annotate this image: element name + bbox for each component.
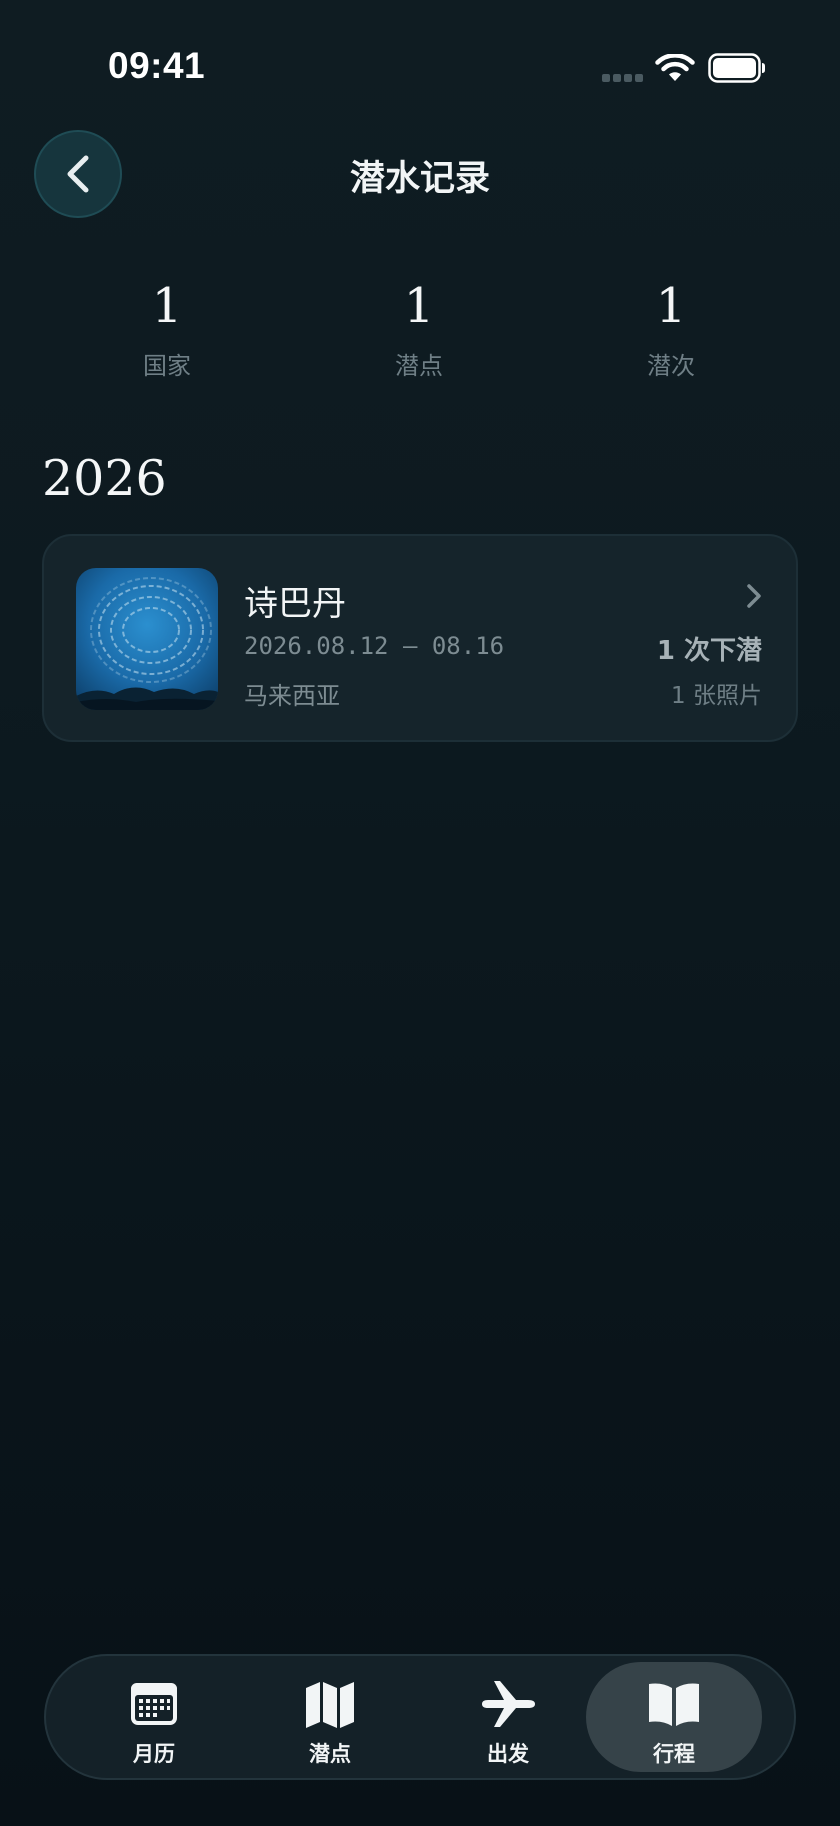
year-heading: 2026 xyxy=(42,450,167,507)
stat-label: 国家 xyxy=(143,352,191,380)
status-bar: 09:41 xyxy=(0,0,840,140)
trip-dive-count: 1 次下潜 xyxy=(656,636,762,666)
tab-dive-sites[interactable]: 潜点 xyxy=(242,1656,418,1778)
trip-thumbnail xyxy=(76,568,218,710)
tab-label: 月历 xyxy=(133,1742,175,1766)
chevron-right-icon xyxy=(747,584,761,608)
cellular-signal-icon xyxy=(602,74,643,82)
airplane-icon xyxy=(482,1681,535,1727)
stats-summary: 1 国家 1 潜点 1 潜次 xyxy=(0,280,840,400)
trip-country: 马来西亚 xyxy=(244,682,340,710)
battery-icon xyxy=(708,53,765,83)
tab-bar: 月历 潜点 出发 行程 xyxy=(44,1654,796,1780)
stat-dive-sites: 1 潜点 xyxy=(319,280,519,381)
page-title: 潜水记录 xyxy=(349,159,490,199)
stat-value: 1 xyxy=(403,278,435,334)
map-icon xyxy=(306,1682,354,1728)
stat-value: 1 xyxy=(151,278,183,334)
wifi-icon xyxy=(655,54,695,81)
stat-value: 1 xyxy=(655,278,687,334)
tab-trips[interactable]: 行程 xyxy=(586,1662,762,1772)
trip-name: 诗巴丹 xyxy=(244,584,346,624)
stat-label: 潜次 xyxy=(647,352,695,380)
tab-label: 行程 xyxy=(653,1742,695,1766)
stat-countries: 1 国家 xyxy=(67,280,267,381)
tab-depart[interactable]: 出发 xyxy=(420,1656,596,1778)
stat-label: 潜点 xyxy=(395,352,443,380)
fish-school-photo xyxy=(76,568,218,710)
trip-dates: 2026.08.12 — 08.16 xyxy=(244,632,505,660)
stat-dives: 1 潜次 xyxy=(571,280,771,381)
trip-card[interactable]: 诗巴丹 2026.08.12 — 08.16 马来西亚 1 次下潜 1 张照片 xyxy=(42,534,798,742)
calendar-icon xyxy=(131,1683,177,1725)
book-icon xyxy=(649,1683,699,1726)
tab-label: 出发 xyxy=(487,1742,529,1766)
status-time: 09:41 xyxy=(108,45,206,86)
tab-label: 潜点 xyxy=(309,1742,351,1766)
trip-photo-count: 1 张照片 xyxy=(671,683,762,709)
tab-calendar[interactable]: 月历 xyxy=(66,1656,242,1778)
